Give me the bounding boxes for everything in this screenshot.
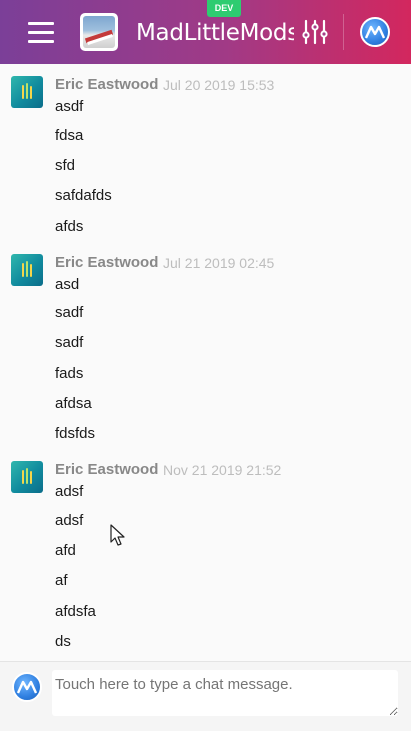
room-title[interactable]: MadLittleMods/r <box>136 18 294 48</box>
message-text: afdsfa <box>55 603 96 620</box>
message-text: afd <box>55 542 76 559</box>
message-author[interactable]: Eric Eastwood <box>55 461 158 478</box>
user-logo-icon <box>16 680 38 694</box>
message-timestamp: Jul 20 2019 15:53 <box>163 77 275 93</box>
composer-user-avatar <box>12 672 42 702</box>
mouse-pointer-icon <box>110 524 125 546</box>
message-timestamp: Jul 21 2019 02:45 <box>163 255 275 271</box>
message-author[interactable]: Eric Eastwood <box>55 254 158 271</box>
message-list[interactable]: Eric Eastwood Jul 20 2019 15:53 asdf fds… <box>0 64 411 661</box>
sliders-icon[interactable] <box>301 19 329 45</box>
room-avatar[interactable] <box>80 13 118 51</box>
chat-message-input[interactable] <box>52 670 398 716</box>
message-text: sadf <box>55 334 84 351</box>
message-text: fdsfds <box>55 425 96 442</box>
message-text: asd <box>55 276 80 293</box>
message-timestamp: Nov 21 2019 21:52 <box>163 462 282 478</box>
sender-avatar[interactable] <box>11 461 43 493</box>
sender-avatar[interactable] <box>11 254 43 286</box>
top-bar: MadLittleMods/r DEV <box>0 0 411 64</box>
message-author[interactable]: Eric Eastwood <box>55 76 158 93</box>
chat-composer <box>0 661 411 731</box>
message-text: fads <box>55 365 84 382</box>
message-text: ds <box>55 633 71 650</box>
header-divider <box>343 14 344 50</box>
message-text: asdf <box>55 98 84 115</box>
sender-avatar[interactable] <box>11 76 43 108</box>
app: MadLittleMods/r DEV <box>0 0 411 731</box>
message-text: afds <box>55 218 84 235</box>
user-avatar[interactable] <box>360 17 390 47</box>
message-text: adsf <box>55 512 84 529</box>
message-text: sadf <box>55 304 84 321</box>
message-text: sfd <box>55 157 76 174</box>
message-text: adsf <box>55 483 84 500</box>
message-text: afdsa <box>55 395 92 412</box>
message-text: safdafds <box>55 187 112 204</box>
hamburger-menu-icon[interactable] <box>24 20 60 48</box>
message-text: fdsa <box>55 127 84 144</box>
message-text: af <box>55 572 68 589</box>
user-logo-icon <box>364 25 386 39</box>
dev-badge: DEV <box>207 0 241 17</box>
